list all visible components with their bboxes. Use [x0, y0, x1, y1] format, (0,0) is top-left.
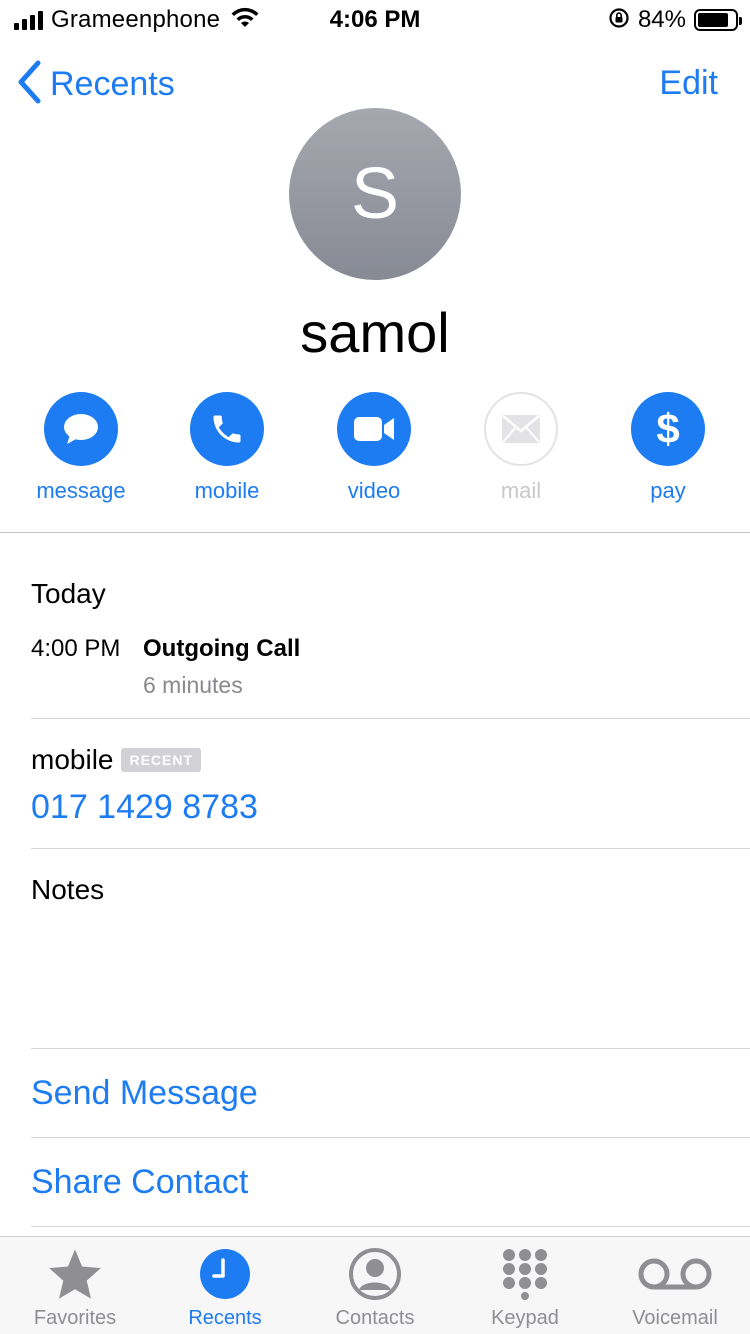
envelope-icon: [484, 392, 558, 466]
back-button[interactable]: Recents: [16, 60, 175, 109]
divider: [31, 1137, 750, 1138]
call-type: Outgoing Call: [143, 635, 301, 662]
divider: [31, 1048, 750, 1049]
tab-voicemail[interactable]: Voicemail: [600, 1237, 750, 1334]
video-action[interactable]: video: [314, 392, 434, 504]
send-message-button[interactable]: Send Message: [31, 1074, 258, 1113]
tab-label: Recents: [188, 1307, 262, 1329]
mail-label: mail: [500, 478, 542, 503]
status-bar-right: 84%: [608, 6, 742, 34]
divider: [31, 718, 750, 719]
share-contact-button[interactable]: Share Contact: [31, 1163, 248, 1202]
message-action[interactable]: message: [21, 392, 141, 504]
svg-text:$: $: [656, 407, 679, 451]
call-duration: 6 minutes: [143, 672, 243, 698]
call-day-heading: Today: [31, 578, 106, 609]
phone-label-row: mobile RECENT: [31, 744, 202, 776]
tab-contacts[interactable]: Contacts: [300, 1237, 450, 1334]
mail-action: mail: [461, 392, 581, 504]
tab-label: Keypad: [491, 1307, 559, 1329]
dollar-icon: $: [631, 392, 705, 466]
mobile-action[interactable]: mobile: [167, 392, 287, 504]
avatar-initial: S: [350, 154, 400, 234]
call-time: 4:00 PM: [31, 635, 121, 662]
voicemail-icon: [600, 1237, 750, 1301]
phone-number[interactable]: 017 1429 8783: [31, 788, 258, 827]
divider: [0, 532, 750, 533]
battery-icon: [694, 9, 742, 31]
tab-bar: Favorites Recents Contacts Keypad Voicem…: [0, 1236, 750, 1334]
pay-action[interactable]: $ pay: [608, 392, 728, 504]
divider: [31, 1226, 750, 1227]
tab-keypad[interactable]: Keypad: [450, 1237, 600, 1334]
phone-icon: [190, 392, 264, 466]
contact-name: samol: [300, 301, 450, 364]
tab-label: Favorites: [33, 1307, 117, 1329]
nav-bar: Recents Edit: [0, 56, 750, 112]
person-circle-icon: [300, 1237, 450, 1301]
battery-fill: [698, 13, 729, 27]
star-icon: [0, 1237, 150, 1301]
battery-percent: 84%: [637, 6, 686, 33]
avatar: S: [289, 108, 461, 280]
divider: [31, 848, 750, 849]
phone-label: mobile: [31, 744, 114, 775]
tab-label: Voicemail: [632, 1307, 718, 1329]
clock-icon: [150, 1237, 300, 1301]
action-row: message mobile video mail $ pay: [0, 392, 750, 512]
notes-field[interactable]: Notes: [31, 874, 104, 906]
status-bar: Grameenphone 4:06 PM 84%: [0, 0, 750, 40]
edit-button[interactable]: Edit: [659, 64, 718, 103]
keypad-icon: [450, 1237, 600, 1301]
message-bubble-icon: [44, 392, 118, 466]
back-label: Recents: [50, 65, 175, 103]
tab-recents[interactable]: Recents: [150, 1237, 300, 1334]
orientation-lock-icon: [608, 7, 630, 34]
tab-label: Contacts: [335, 1307, 415, 1329]
recent-badge: RECENT: [121, 748, 202, 772]
video-label: video: [347, 478, 401, 503]
chevron-left-icon: [16, 60, 42, 109]
pay-label: pay: [650, 478, 686, 503]
tab-favorites[interactable]: Favorites: [0, 1237, 150, 1334]
video-camera-icon: [337, 392, 411, 466]
mobile-label: mobile: [194, 478, 260, 503]
message-label: message: [36, 478, 126, 503]
